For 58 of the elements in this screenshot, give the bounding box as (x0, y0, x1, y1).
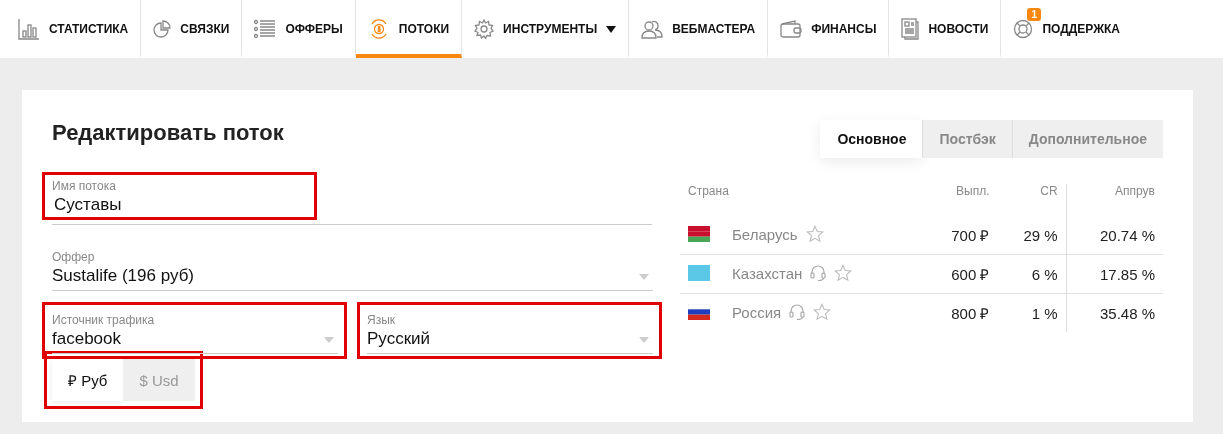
dropdown-arrow-icon (324, 337, 334, 343)
country-name: Казахстан (732, 264, 803, 282)
country-name: Россия (732, 303, 782, 321)
settings-icon (474, 19, 495, 39)
nav-tab[interactable]: ИНСТРУМЕНТЫ (462, 0, 630, 58)
field-label: Имя потока (52, 179, 117, 193)
nav-tab[interactable]: СВЯЗКИ (141, 0, 243, 58)
field-value: Sustalife (196 руб) (52, 266, 195, 286)
nav-tab[interactable]: НОВОСТИ (889, 0, 1002, 58)
users-icon (641, 19, 664, 39)
pie-chart-icon (153, 20, 172, 38)
table-cell: 800 ₽ (924, 293, 998, 332)
field-label: Язык (367, 313, 397, 327)
newspaper-icon (901, 18, 920, 40)
table-cell: 20.74 % (1066, 216, 1163, 255)
wallet-icon (780, 20, 803, 38)
star-icon[interactable] (834, 264, 853, 282)
flag-icon (688, 226, 710, 242)
tab[interactable]: Основное (820, 120, 923, 158)
list-icon (254, 19, 277, 39)
field-value: Суставы (54, 195, 122, 215)
dropdown-field[interactable]: Оффер Sustalife (196 руб) (52, 246, 653, 291)
star-icon[interactable] (805, 225, 824, 243)
country-name: Беларусь (732, 225, 798, 243)
table-cell: 1 % (997, 293, 1067, 332)
table-cell: 29 % (997, 216, 1067, 255)
dropdown-field[interactable]: Источник трафика facebook (52, 309, 338, 354)
star-icon[interactable] (813, 303, 832, 321)
column-header: CR (997, 184, 1067, 216)
field-label: Источник трафика (52, 313, 156, 327)
nav-tab[interactable]: 1 ПОДДЕРЖКА (1001, 0, 1133, 58)
nav-tab[interactable]: ФИНАНСЫ (768, 0, 890, 58)
column-header: Страна (687, 184, 730, 200)
nav-tab[interactable]: ПОТОКИ (355, 0, 463, 58)
table-cell: 35.48 % (1066, 293, 1163, 332)
table-cell: 600 ₽ (924, 254, 998, 294)
column-header: Аппрув (1066, 184, 1163, 216)
table-cell: 17.85 % (1066, 254, 1163, 294)
table-cell: 700 ₽ (924, 216, 998, 255)
page-title: Редактировать поток (52, 120, 285, 146)
field-value: Русский (367, 329, 431, 349)
input-field[interactable]: Имя потока Суставы (52, 176, 652, 225)
field-label: Оффер (52, 250, 96, 264)
nav-tab[interactable]: ВЕБМАСТЕРА (629, 0, 769, 58)
flag-icon (688, 265, 710, 281)
dropdown-arrow-icon (639, 274, 649, 280)
table-cell: 6 % (997, 254, 1067, 294)
lifebuoy-icon (1013, 19, 1034, 39)
column-header: Выпл. (955, 184, 991, 200)
dropdown-field[interactable]: Язык Русский (367, 309, 653, 354)
field-value: facebook (52, 329, 121, 349)
bar-chart-icon (18, 18, 40, 40)
nav-tab[interactable]: СТАТИСТИКА (6, 0, 142, 58)
currency-toggle[interactable]: ₽ Руб (52, 359, 124, 401)
notification-badge: 1 (1027, 8, 1041, 21)
dropdown-arrow-icon (639, 337, 649, 343)
nav-tab[interactable]: ОФФЕРЫ (242, 0, 356, 58)
flag-icon (688, 304, 710, 320)
